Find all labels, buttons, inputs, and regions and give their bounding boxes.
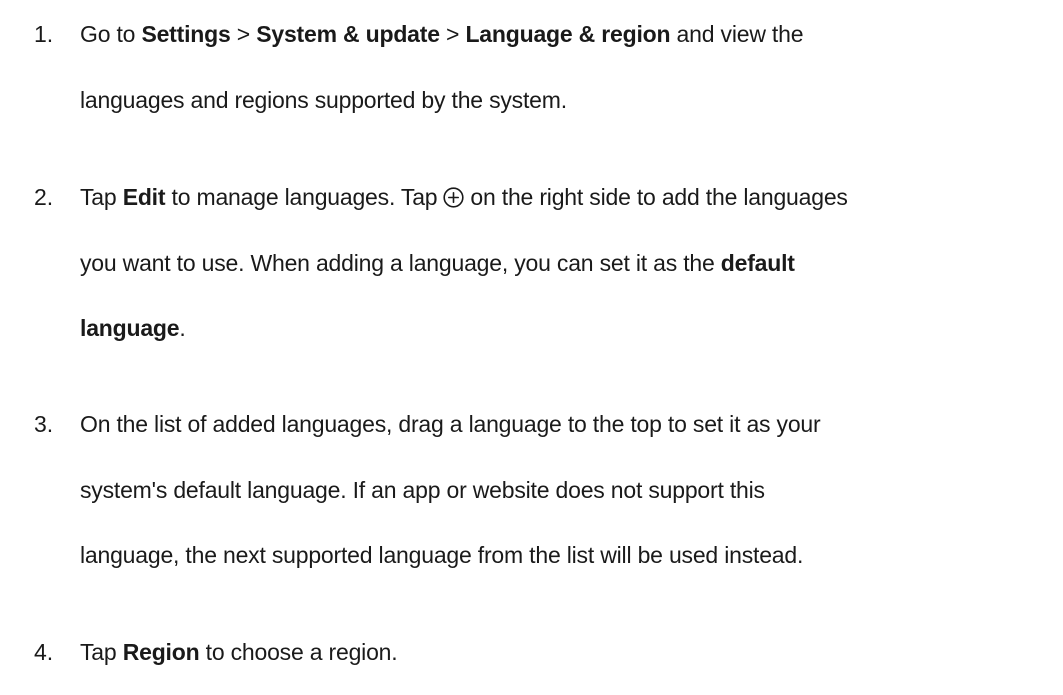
step-line: Tap Edit to manage languages. Tap on the … bbox=[80, 184, 848, 210]
step-line: language. bbox=[80, 315, 186, 341]
step-line: On the list of added languages, drag a l… bbox=[80, 411, 821, 437]
menu-path-language-region: Language & region bbox=[465, 21, 671, 47]
plus-circle-icon bbox=[443, 187, 465, 208]
step-number: 3. bbox=[34, 411, 54, 437]
menu-path-system-update: System & update bbox=[256, 21, 440, 47]
step-line: language, the next supported language fr… bbox=[80, 542, 804, 568]
menu-path-settings: Settings bbox=[141, 21, 231, 47]
step-number: 2. bbox=[34, 184, 54, 210]
region-term: Region bbox=[122, 639, 200, 665]
step-number: 1. bbox=[34, 21, 54, 47]
step-line: system's default language. If an app or … bbox=[80, 477, 765, 503]
step-line: Tap Region to choose a region. bbox=[80, 639, 398, 665]
language-term: language bbox=[80, 315, 180, 341]
step-line: you want to use. When adding a language,… bbox=[80, 250, 795, 276]
edit-term: Edit bbox=[122, 184, 166, 210]
step-line: Go to Settings > System & update > Langu… bbox=[80, 21, 804, 47]
default-term: default bbox=[720, 250, 795, 276]
step-number: 4. bbox=[34, 639, 54, 665]
step-line: languages and regions supported by the s… bbox=[80, 87, 567, 113]
